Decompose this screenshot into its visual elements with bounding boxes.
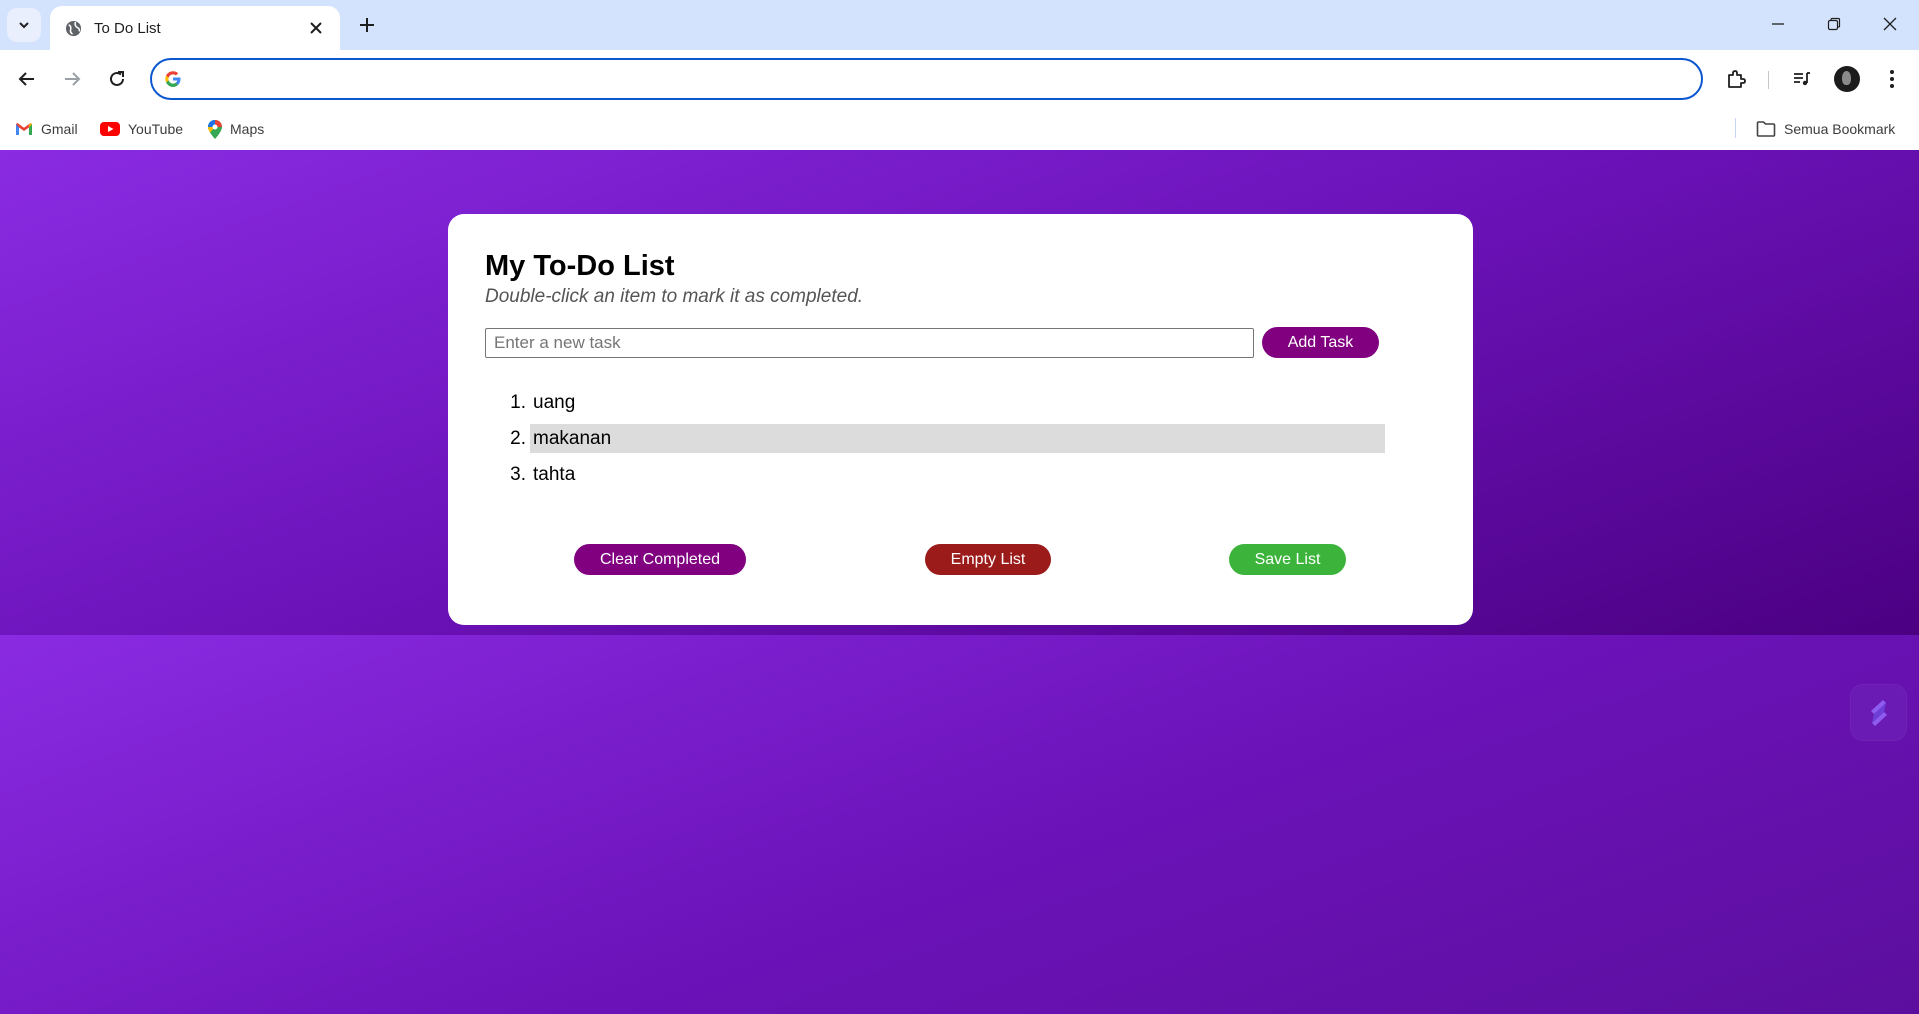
omnibox-input[interactable] <box>192 60 1701 98</box>
youtube-icon <box>100 122 120 136</box>
action-buttons: Clear Completed Empty List Save List <box>448 544 1473 576</box>
browser-toolbar <box>0 50 1919 108</box>
task-text: makanan <box>530 424 1385 453</box>
bookmark-maps[interactable]: Maps <box>208 116 264 142</box>
arrow-right-icon <box>65 72 81 86</box>
extensions-button[interactable] <box>1718 61 1754 97</box>
close-icon <box>1883 17 1897 31</box>
task-item[interactable]: 1. uang <box>507 388 1385 417</box>
tab-title: To Do List <box>94 19 161 37</box>
chevron-down-icon <box>19 22 29 29</box>
task-number: 2. <box>510 427 526 449</box>
reload-button[interactable] <box>99 61 135 97</box>
minimize-button[interactable] <box>1750 0 1806 48</box>
bookmark-gmail[interactable]: Gmail <box>15 116 78 142</box>
profile-button[interactable] <box>1829 61 1865 97</box>
maps-icon <box>208 119 222 139</box>
task-item[interactable]: 2. makanan <box>507 424 1385 453</box>
page-title: My To-Do List <box>485 250 675 282</box>
close-window-button[interactable] <box>1862 0 1918 48</box>
bookmarks-separator <box>1735 118 1736 138</box>
clear-completed-button[interactable]: Clear Completed <box>574 544 746 575</box>
restore-icon <box>1827 17 1841 31</box>
reload-icon <box>110 71 124 86</box>
forward-button[interactable] <box>54 61 90 97</box>
gmail-icon <box>16 123 32 135</box>
all-bookmarks-label: Semua Bookmark <box>1784 121 1896 137</box>
google-icon <box>165 71 181 87</box>
all-bookmarks-button[interactable]: Semua Bookmark <box>1756 116 1895 142</box>
restore-button[interactable] <box>1806 0 1862 48</box>
new-task-input[interactable] <box>485 327 1254 358</box>
bookmark-label: Maps <box>230 121 265 137</box>
new-tab-button[interactable] <box>352 10 382 40</box>
add-task-button[interactable]: Add Task <box>1262 327 1379 358</box>
media-control-button[interactable] <box>1784 61 1820 97</box>
task-input-row: Add Task <box>485 327 1436 358</box>
avatar <box>1834 66 1860 92</box>
task-list: 1. uang 2. makanan 3. tahta <box>507 388 1385 489</box>
puzzle-icon <box>1728 70 1746 88</box>
playlist-music-icon <box>1794 72 1810 86</box>
task-number: 1. <box>510 391 526 413</box>
toolbar-separator <box>1768 71 1769 89</box>
minimize-icon <box>1772 23 1784 25</box>
globe-icon <box>64 19 82 37</box>
close-tab-icon[interactable] <box>304 16 328 40</box>
bookmark-youtube[interactable]: YouTube <box>100 116 183 142</box>
page-background-lower <box>0 635 1919 1014</box>
instructions-text: Double-click an item to mark it as compl… <box>485 286 864 307</box>
page-viewport: My To-Do List Double-click an item to ma… <box>0 150 1919 1014</box>
plus-icon <box>360 18 374 32</box>
folder-icon <box>1756 121 1776 137</box>
save-list-button[interactable]: Save List <box>1229 544 1346 575</box>
task-text: tahta <box>533 464 576 485</box>
task-item[interactable]: 3. tahta <box>507 460 1385 489</box>
empty-list-button[interactable]: Empty List <box>925 544 1051 575</box>
more-vert-icon <box>1890 70 1894 88</box>
tab-strip: To Do List <box>0 0 1919 50</box>
task-text: uang <box>533 392 576 413</box>
bookmark-label: Gmail <box>41 121 78 137</box>
bookmarks-bar: Gmail YouTube Maps Semua Bookmark <box>0 108 1919 150</box>
address-bar[interactable] <box>150 58 1703 100</box>
tab-search-button[interactable] <box>7 8 41 42</box>
menu-button[interactable] <box>1874 61 1910 97</box>
back-button[interactable] <box>9 61 45 97</box>
task-number: 3. <box>510 463 526 485</box>
tab-active[interactable]: To Do List <box>50 6 340 50</box>
arrow-left-icon <box>18 72 34 86</box>
lightning-icon <box>1870 699 1887 726</box>
todo-card: My To-Do List Double-click an item to ma… <box>448 214 1473 625</box>
bookmark-label: YouTube <box>128 121 184 137</box>
floating-extension-button[interactable] <box>1851 685 1906 740</box>
